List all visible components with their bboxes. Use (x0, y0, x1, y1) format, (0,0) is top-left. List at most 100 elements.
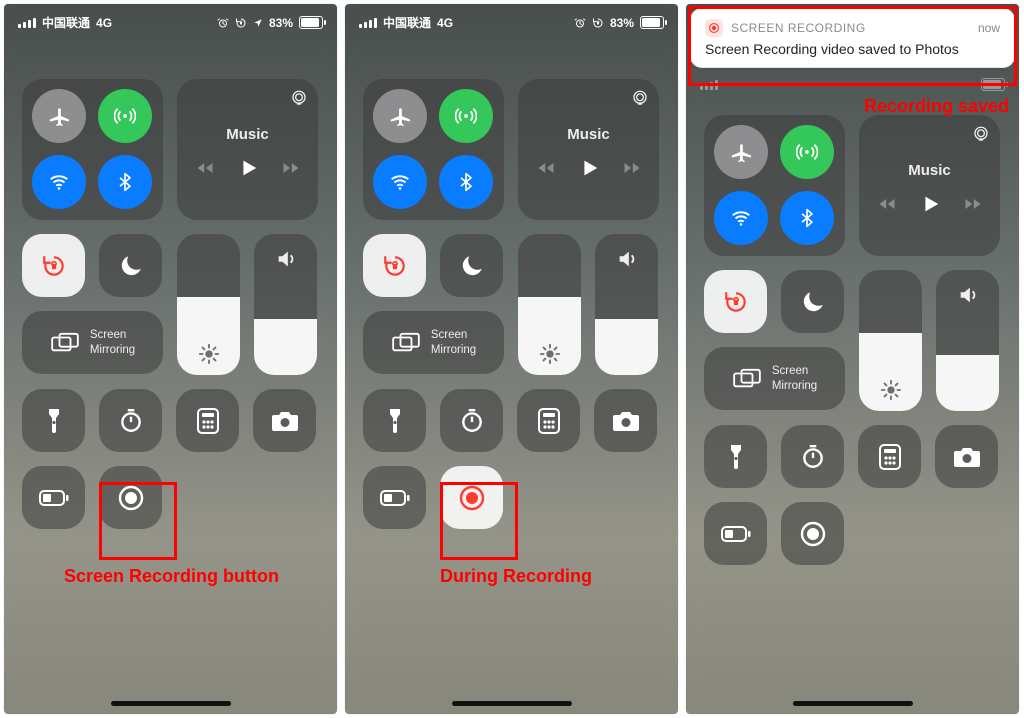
screen-recording-tile[interactable] (99, 466, 162, 529)
prev-track-icon[interactable] (195, 158, 215, 178)
screen-mirroring-label: ScreenMirroring (90, 328, 135, 357)
music-tile[interactable]: Music (518, 79, 659, 220)
location-icon (253, 18, 263, 28)
phone-screen-3: SCREEN RECORDING now Screen Recording vi… (686, 4, 1019, 714)
connectivity-tile[interactable] (363, 79, 504, 220)
cellular-data-button[interactable] (439, 89, 493, 143)
screen-mirroring-tile[interactable]: ScreenMirroring (704, 347, 845, 410)
music-tile[interactable]: Music (177, 79, 318, 220)
airplay-icon[interactable] (631, 89, 649, 107)
low-power-mode-tile[interactable] (22, 466, 85, 529)
signal-icon (700, 80, 718, 90)
bluetooth-button[interactable] (98, 155, 152, 209)
do-not-disturb-tile[interactable] (440, 234, 503, 297)
music-title: Music (567, 126, 610, 143)
carrier-label: 中国联通 (383, 14, 431, 31)
battery-pct: 83% (610, 16, 634, 30)
prev-track-icon[interactable] (877, 194, 897, 214)
signal-icon (18, 18, 36, 28)
screen-mirroring-tile[interactable]: ScreenMirroring (22, 311, 163, 374)
timer-tile[interactable] (440, 389, 503, 452)
control-center: Music ScreenMirroring (686, 97, 1019, 597)
brightness-slider[interactable] (859, 270, 922, 411)
battery-icon (981, 78, 1005, 91)
music-title: Music (908, 162, 951, 179)
orientation-lock-icon (235, 17, 247, 29)
screen-mirroring-tile[interactable]: ScreenMirroring (363, 311, 504, 374)
battery-icon (299, 16, 323, 29)
orientation-lock-tile[interactable] (363, 234, 426, 297)
low-power-mode-tile[interactable] (363, 466, 426, 529)
brightness-icon (518, 343, 581, 365)
orientation-lock-tile[interactable] (22, 234, 85, 297)
annotation-caption-2: During Recording (440, 566, 592, 587)
brightness-slider[interactable] (518, 234, 581, 375)
connectivity-tile[interactable] (704, 115, 845, 256)
home-indicator[interactable] (452, 701, 572, 706)
play-icon[interactable] (237, 157, 259, 179)
notification-time: now (978, 21, 1000, 35)
low-power-mode-tile[interactable] (704, 502, 767, 565)
airplane-mode-button[interactable] (373, 89, 427, 143)
brightness-slider[interactable] (177, 234, 240, 375)
flashlight-tile[interactable] (22, 389, 85, 452)
orientation-lock-tile[interactable] (704, 270, 767, 333)
home-indicator[interactable] (111, 701, 231, 706)
wifi-button[interactable] (714, 191, 768, 245)
home-indicator[interactable] (793, 701, 913, 706)
camera-tile[interactable] (935, 425, 998, 488)
notification-banner[interactable]: SCREEN RECORDING now Screen Recording vi… (690, 8, 1015, 68)
screen-mirroring-label: ScreenMirroring (772, 364, 817, 393)
volume-icon (936, 284, 999, 306)
brightness-icon (859, 379, 922, 401)
wifi-button[interactable] (32, 155, 86, 209)
battery-icon (640, 16, 664, 29)
calculator-tile[interactable] (517, 389, 580, 452)
do-not-disturb-tile[interactable] (781, 270, 844, 333)
flashlight-tile[interactable] (363, 389, 426, 452)
play-icon[interactable] (919, 193, 941, 215)
calculator-tile[interactable] (176, 389, 239, 452)
bluetooth-button[interactable] (780, 191, 834, 245)
screen-mirroring-label: ScreenMirroring (431, 328, 476, 357)
bluetooth-button[interactable] (439, 155, 493, 209)
timer-tile[interactable] (99, 389, 162, 452)
alarm-icon (574, 17, 586, 29)
music-title: Music (226, 126, 269, 143)
camera-tile[interactable] (253, 389, 316, 452)
music-tile[interactable]: Music (859, 115, 1000, 256)
next-track-icon[interactable] (281, 158, 301, 178)
volume-slider[interactable] (936, 270, 999, 411)
notification-app-icon (705, 19, 723, 37)
signal-icon (359, 18, 377, 28)
next-track-icon[interactable] (622, 158, 642, 178)
wifi-button[interactable] (373, 155, 427, 209)
airplane-mode-button[interactable] (714, 125, 768, 179)
screen-mirroring-icon (732, 368, 762, 390)
connectivity-tile[interactable] (22, 79, 163, 220)
camera-tile[interactable] (594, 389, 657, 452)
screen-recording-tile-active[interactable] (440, 466, 503, 529)
do-not-disturb-tile[interactable] (99, 234, 162, 297)
brightness-icon (177, 343, 240, 365)
airplay-icon[interactable] (290, 89, 308, 107)
play-icon[interactable] (578, 157, 600, 179)
airplane-mode-button[interactable] (32, 89, 86, 143)
annotation-caption-1: Screen Recording button (64, 566, 279, 587)
cellular-data-button[interactable] (98, 89, 152, 143)
airplay-icon[interactable] (972, 125, 990, 143)
status-bar (686, 68, 1019, 97)
prev-track-icon[interactable] (536, 158, 556, 178)
phone-screen-2: 中国联通 4G 83% (345, 4, 678, 714)
control-center: Music (4, 61, 337, 561)
next-track-icon[interactable] (963, 194, 983, 214)
volume-slider[interactable] (254, 234, 317, 375)
timer-tile[interactable] (781, 425, 844, 488)
cellular-data-button[interactable] (780, 125, 834, 179)
screen-recording-tile[interactable] (781, 502, 844, 565)
flashlight-tile[interactable] (704, 425, 767, 488)
screen-mirroring-icon (391, 332, 421, 354)
volume-slider[interactable] (595, 234, 658, 375)
network-label: 4G (437, 16, 453, 30)
calculator-tile[interactable] (858, 425, 921, 488)
